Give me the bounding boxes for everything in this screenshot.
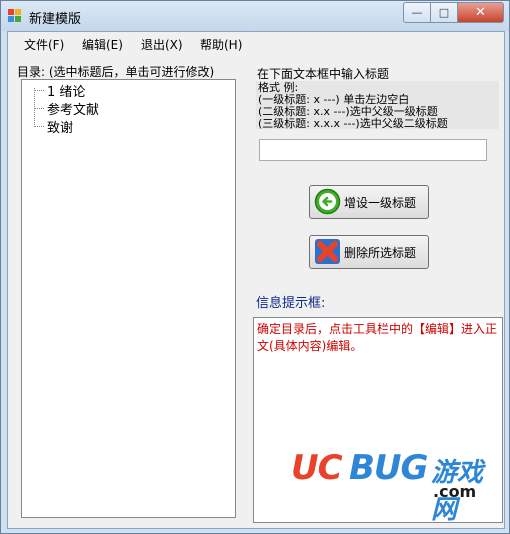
menu-edit[interactable]: 编辑(E) [82,36,123,53]
menu-bar: 文件(F) 编辑(E) 退出(X) 帮助(H) [8,32,504,54]
watermark-bug: BUG [349,448,428,488]
add-level1-title-button[interactable]: 增设一级标题 [309,185,429,219]
watermark-com: .com [433,482,477,501]
close-button[interactable]: ✕ [458,2,504,23]
menu-exit[interactable]: 退出(X) [141,36,183,53]
tree-branch [34,90,44,91]
format-line: (三级标题: x.x.x ---)选中父级二级标题 [258,117,448,130]
watermark-uc: UC [291,448,343,488]
directory-tree[interactable]: 1 绪论 参考文献 致谢 [21,79,236,518]
tree-item-label: 1 绪论 [47,85,86,100]
back-arrow-icon [314,188,341,215]
input-instruction: 在下面文本框中输入标题 [257,67,390,81]
tree-connector [34,88,35,125]
add-button-label: 增设一级标题 [344,196,417,210]
info-message: 确定目录后，点击工具栏中的【编辑】进入正文(具体内容)编辑。 [257,322,498,353]
delete-selected-title-button[interactable]: 删除所选标题 [309,235,429,269]
app-window: 新建模版 — □ ✕ 文件(F) 编辑(E) 退出(X) 帮助(H) 目录: (… [0,0,510,534]
watermark-logo: UC BUG 游戏网 .com [291,446,503,525]
app-icon [8,9,22,23]
minimize-button[interactable]: — [403,2,431,23]
tree-branch [34,108,44,109]
maximize-button[interactable]: □ [431,2,458,23]
tree-item-label: 致谢 [47,121,74,136]
delete-x-icon [315,239,340,264]
window-controls: — □ ✕ [403,2,504,23]
tree-item-label: 参考文献 [47,103,100,118]
tree-branch [34,126,44,127]
menu-file[interactable]: 文件(F) [24,36,64,53]
format-example: 格式 例: (一级标题: x ---) 单击左边空白 (二级标题: x.x --… [256,81,499,130]
title-bar[interactable]: 新建模版 — □ ✕ [1,1,509,31]
window-title: 新建模版 [29,12,82,27]
title-input[interactable] [259,139,487,161]
directory-label: 目录: (选中标题后，单击可进行修改) [17,65,215,79]
info-label: 信息提示框: [256,296,326,311]
delete-button-label: 删除所选标题 [344,246,417,260]
menu-help[interactable]: 帮助(H) [200,36,242,53]
